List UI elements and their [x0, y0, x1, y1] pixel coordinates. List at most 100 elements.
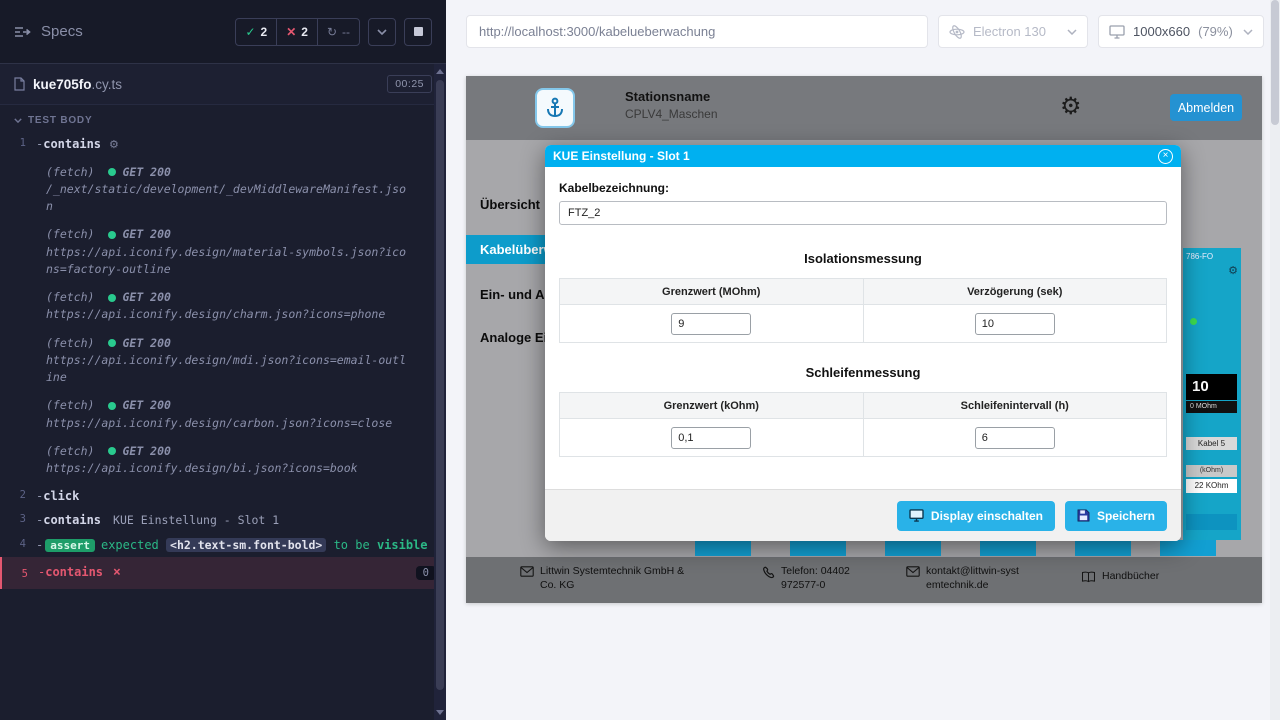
- success-dot-icon: [108, 447, 116, 455]
- save-button[interactable]: Speichern: [1065, 501, 1167, 531]
- success-dot-icon: [108, 402, 116, 410]
- success-dot-icon: [108, 294, 116, 302]
- cable-designation-input[interactable]: [559, 201, 1167, 225]
- spec-file-icon: [14, 77, 25, 91]
- slot-button[interactable]: [790, 540, 846, 556]
- monitor-icon: [909, 509, 924, 522]
- command-name: contains: [45, 565, 103, 579]
- iso-verzoegerung-input[interactable]: [975, 313, 1055, 335]
- stat-passed[interactable]: ✓ 2: [236, 19, 277, 45]
- viewport-zoom: (79%): [1198, 24, 1233, 39]
- loop-heading: Schleifenmessung: [559, 365, 1167, 380]
- loop-grenzwert-input[interactable]: [671, 427, 751, 449]
- slot-gear-icon[interactable]: ⚙: [1228, 264, 1238, 277]
- measurement-unit: 0 MOhm: [1186, 401, 1237, 413]
- scroll-down-arrow-icon[interactable]: [436, 710, 444, 715]
- collapse-all-button[interactable]: [368, 18, 396, 46]
- check-icon: ✓: [245, 25, 255, 39]
- request-url: https://api.iconify.design/carbon.json?i…: [46, 415, 408, 432]
- scrollbar-thumb[interactable]: [436, 80, 444, 690]
- close-icon[interactable]: ×: [1158, 149, 1173, 164]
- assert-badge: assert: [45, 539, 95, 552]
- app-footer: Littwin Systemtechnik GmbH & Co. KG Tele…: [466, 557, 1262, 603]
- stat-failed[interactable]: ✕ 2: [277, 19, 318, 45]
- specs-label[interactable]: Specs: [41, 23, 83, 40]
- stop-button[interactable]: [404, 18, 432, 46]
- spec-file-row[interactable]: kue705fo.cy.ts 00:25: [0, 64, 446, 105]
- modal-body: Kabelbezeichnung: Isolationsmessung Gren…: [545, 167, 1181, 457]
- status-led: [1190, 318, 1197, 325]
- reporter-header: Specs ✓ 2 ✕ 2 ↻ --: [0, 0, 446, 64]
- url-input[interactable]: [466, 15, 928, 48]
- command-row-contains-1[interactable]: 1 -contains⚙: [0, 132, 446, 157]
- slot-title: 786-FO: [1186, 252, 1213, 261]
- request-url: /_next/static/development/_devMiddleware…: [46, 181, 408, 216]
- app-settings-gear-icon[interactable]: ⚙: [1060, 92, 1082, 120]
- slot-action-button[interactable]: [1186, 514, 1237, 530]
- footer-email[interactable]: kontakt@littwin-systemtechnik.de: [906, 565, 1024, 592]
- scrollbar-thumb[interactable]: [1271, 0, 1279, 125]
- book-icon: [1081, 571, 1096, 583]
- slot-button[interactable]: [1075, 540, 1131, 556]
- main-area: Electron 130 1000x660 (79%) Stationsname…: [446, 0, 1280, 720]
- footer-company: Littwin Systemtechnik GmbH & Co. KG: [520, 565, 698, 592]
- command-number: 5: [2, 566, 38, 580]
- spec-file-ext: .cy.ts: [92, 77, 123, 92]
- network-log-row[interactable]: (fetch)GET 200 https://api.iconify.desig…: [0, 439, 446, 482]
- test-body-toggle[interactable]: TEST BODY: [0, 105, 446, 132]
- footer-manuals[interactable]: Handbücher: [1081, 570, 1159, 584]
- network-log-row[interactable]: (fetch)GET 200 https://api.iconify.desig…: [0, 222, 446, 282]
- success-dot-icon: [108, 339, 116, 347]
- command-number: 2: [0, 487, 36, 501]
- display-on-button[interactable]: Display einschalten: [897, 501, 1055, 531]
- command-row-contains-3[interactable]: 3 -containsKUE Einstellung - Slot 1: [0, 508, 446, 532]
- stat-pending[interactable]: ↻ --: [318, 19, 359, 45]
- app-header: Stationsname CPLV4_Maschen ⚙ Abmelden: [466, 76, 1262, 140]
- network-log-row[interactable]: (fetch)GET 200 https://api.iconify.desig…: [0, 393, 446, 436]
- nav-item-uebersicht[interactable]: Übersicht: [480, 197, 540, 212]
- chevron-down-icon: [14, 118, 22, 123]
- logout-button[interactable]: Abmelden: [1170, 94, 1242, 121]
- success-dot-icon: [108, 231, 116, 239]
- slot-button[interactable]: [885, 540, 941, 556]
- kohm-value: 22 KOhm: [1186, 479, 1237, 493]
- stop-icon: [414, 27, 423, 36]
- command-row-assert[interactable]: 4 -assertexpected <h2.text-sm.font-bold>…: [0, 533, 446, 558]
- pending-count: --: [342, 25, 350, 39]
- command-argument: KUE Einstellung - Slot 1: [113, 513, 279, 527]
- app-logo: [535, 88, 575, 128]
- cable-slot-panel: 786-FO ⚙ 10 0 MOhm Kabel 5 (kOhm) 22 KOh…: [1183, 248, 1241, 540]
- slot-button[interactable]: [695, 540, 751, 556]
- scroll-up-arrow-icon[interactable]: [436, 69, 444, 74]
- options-gear-icon: ⚙: [109, 138, 119, 151]
- slot-button[interactable]: [980, 540, 1036, 556]
- nav-item-ein-ausgaenge[interactable]: Ein- und Au: [480, 287, 552, 302]
- phone-icon: [762, 566, 775, 579]
- isolation-table: Grenzwert (MOhm) Verzögerung (sek): [559, 278, 1167, 343]
- iso-col-grenzwert: Grenzwert (MOhm): [560, 279, 864, 305]
- refresh-icon: ↻: [327, 25, 337, 39]
- station-name: CPLV4_Maschen: [625, 107, 718, 121]
- request-url: https://api.iconify.design/mdi.json?icon…: [46, 352, 408, 387]
- browser-select[interactable]: Electron 130: [938, 15, 1088, 48]
- slot-button[interactable]: [1160, 540, 1216, 556]
- specs-menu-icon[interactable]: [14, 26, 31, 38]
- iso-grenzwert-input[interactable]: [671, 313, 751, 335]
- command-number: 3: [0, 511, 36, 525]
- network-log-row[interactable]: (fetch)GET 200 /_next/static/development…: [0, 160, 446, 220]
- page-scrollbar[interactable]: [1270, 0, 1280, 720]
- viewport-select[interactable]: 1000x660 (79%): [1098, 15, 1264, 48]
- request-url: https://api.iconify.design/material-symb…: [46, 244, 408, 279]
- chevron-down-icon: [1243, 29, 1253, 35]
- test-stats: ✓ 2 ✕ 2 ↻ --: [235, 18, 360, 46]
- command-row-contains-failed[interactable]: 5 -contains× 0: [0, 557, 446, 589]
- nav-item-analoge-eingaenge[interactable]: Analoge Ei: [480, 330, 547, 345]
- command-row-click[interactable]: 2 -click: [0, 484, 446, 508]
- email-icon: [520, 566, 534, 577]
- loop-intervall-input[interactable]: [975, 427, 1055, 449]
- command-number: 1: [0, 135, 36, 149]
- network-log-row[interactable]: (fetch)GET 200 https://api.iconify.desig…: [0, 331, 446, 391]
- network-log-row[interactable]: (fetch)GET 200 https://api.iconify.desig…: [0, 285, 446, 328]
- cable-name: Kabel 5: [1186, 437, 1237, 450]
- reporter-scrollbar[interactable]: [434, 64, 446, 720]
